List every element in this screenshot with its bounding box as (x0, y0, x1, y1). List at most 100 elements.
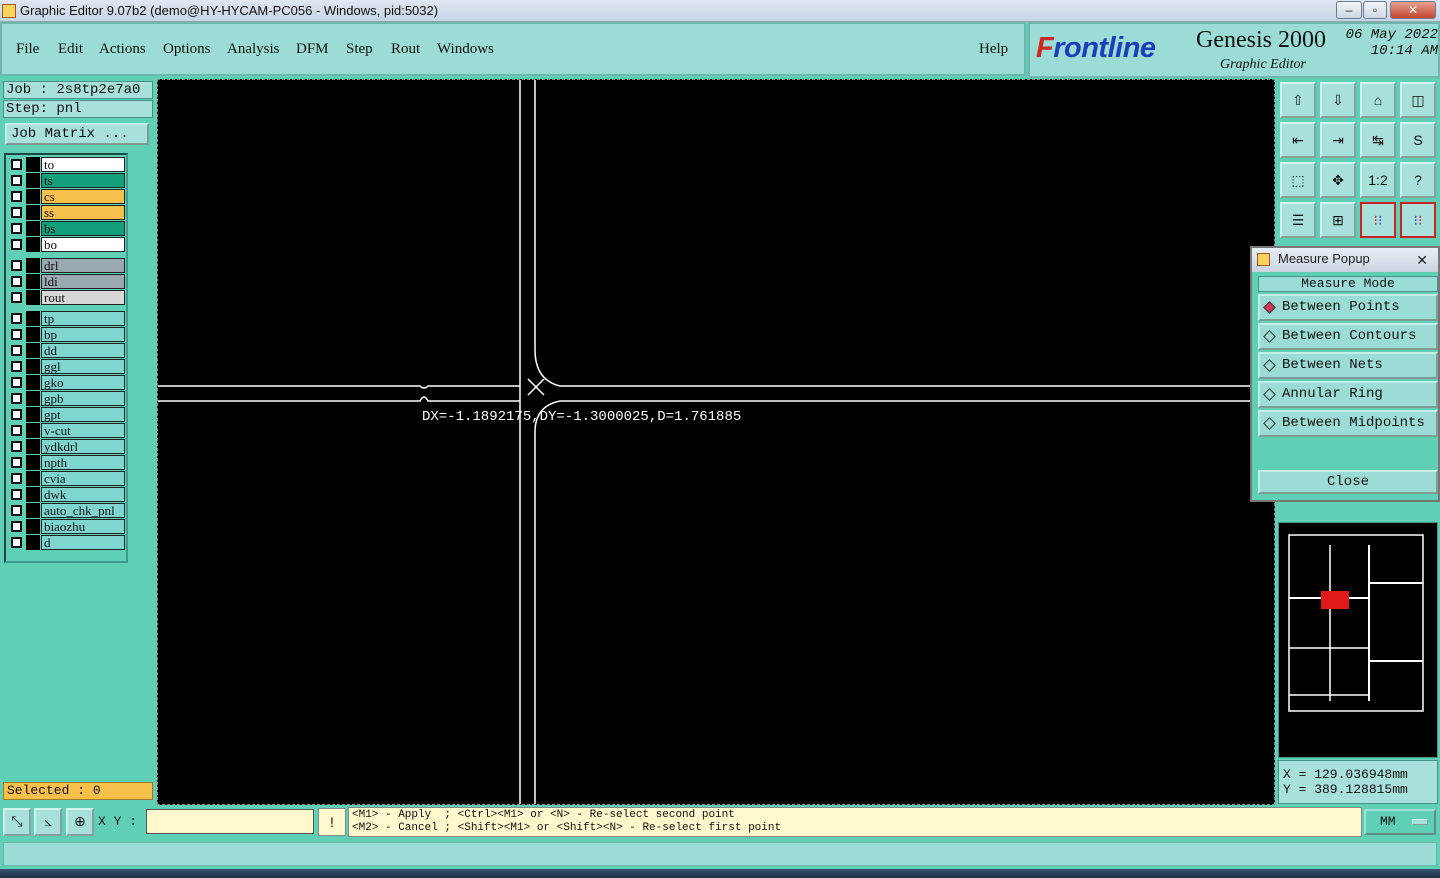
alert-icon[interactable]: ! (318, 808, 346, 836)
layer-checkbox[interactable] (11, 489, 22, 500)
layer-checkbox[interactable] (11, 207, 22, 218)
layers-red-2-icon[interactable]: ⁝⁝ (1400, 202, 1436, 238)
center-icon[interactable]: ✥ (1320, 162, 1356, 198)
layer-checkbox[interactable] (11, 457, 22, 468)
layer-row-to[interactable]: to (9, 157, 126, 172)
layer-checkbox[interactable] (11, 175, 22, 186)
snap-icon[interactable]: S (1400, 122, 1436, 158)
angle-mode-icon[interactable]: ⦣ (34, 808, 62, 836)
menu-step[interactable]: Step (346, 41, 373, 58)
layer-checkbox[interactable] (11, 505, 22, 516)
panel-icon[interactable]: ◫ (1400, 82, 1436, 118)
zoom-prev-icon[interactable]: ⇩ (1320, 82, 1356, 118)
layer-row-rout[interactable]: rout (9, 290, 126, 305)
layer-checkbox[interactable] (11, 276, 22, 287)
fit-icon[interactable]: ⬚ (1280, 162, 1316, 198)
layer-row-tp[interactable]: tp (9, 311, 126, 326)
layer-checkbox[interactable] (11, 345, 22, 356)
close-icon[interactable]: ✕ (1390, 1, 1436, 19)
layer-name[interactable]: biaozhu (41, 519, 125, 534)
layer-row-dwk[interactable]: dwk (9, 487, 126, 502)
xy-input[interactable] (146, 809, 314, 834)
scale-1-2-icon[interactable]: 1:2 (1360, 162, 1396, 198)
layer-name[interactable]: drl (41, 258, 125, 273)
layer-name[interactable]: ss (41, 205, 125, 220)
flip-icon[interactable]: ↹ (1360, 122, 1396, 158)
menu-rout[interactable]: Rout (391, 41, 420, 58)
measure-option-between-points[interactable]: Between Points (1258, 294, 1438, 321)
menu-file[interactable]: File (16, 41, 39, 58)
help-icon[interactable]: ? (1400, 162, 1436, 198)
layer-name[interactable]: bp (41, 327, 125, 342)
layer-name[interactable]: dwk (41, 487, 125, 502)
layer-name[interactable]: ldi (41, 274, 125, 289)
layer-checkbox[interactable] (11, 191, 22, 202)
layers-red-icon[interactable]: ⁝⁝ (1360, 202, 1396, 238)
layer-row-ggl[interactable]: ggl (9, 359, 126, 374)
settings-icon[interactable]: ☰ (1280, 202, 1316, 238)
measure-option-annular-ring[interactable]: Annular Ring (1258, 381, 1438, 408)
job-matrix-button[interactable]: Job Matrix ... (5, 123, 149, 145)
layer-checkbox[interactable] (11, 223, 22, 234)
layer-checkbox[interactable] (11, 361, 22, 372)
layer-row-drl[interactable]: drl (9, 258, 126, 273)
layer-row-ss[interactable]: ss (9, 205, 126, 220)
layer-checkbox[interactable] (11, 292, 22, 303)
layer-row-gpt[interactable]: gpt (9, 407, 126, 422)
menu-help[interactable]: Help (979, 41, 1008, 58)
layer-name[interactable]: auto_chk_pnl (41, 503, 125, 518)
layer-checkbox[interactable] (11, 377, 22, 388)
layer-row-cvia[interactable]: cvia (9, 471, 126, 486)
layer-name[interactable]: rout (41, 290, 125, 305)
units-select[interactable]: MM (1364, 809, 1436, 835)
layer-name[interactable]: ydkdrl (41, 439, 125, 454)
layer-row-gko[interactable]: gko (9, 375, 126, 390)
menu-dfm[interactable]: DFM (296, 41, 329, 58)
layer-checkbox[interactable] (11, 473, 22, 484)
menu-analysis[interactable]: Analysis (227, 41, 280, 58)
grid-icon[interactable]: ⊞ (1320, 202, 1356, 238)
layer-row-npth[interactable]: npth (9, 455, 126, 470)
menu-actions[interactable]: Actions (99, 41, 146, 58)
layer-checkbox[interactable] (11, 409, 22, 420)
layer-checkbox[interactable] (11, 441, 22, 452)
layer-row-ts[interactable]: ts (9, 173, 126, 188)
layer-row-bo[interactable]: bo (9, 237, 126, 252)
layer-row-ldi[interactable]: ldi (9, 274, 126, 289)
layer-name[interactable]: cs (41, 189, 125, 204)
layer-row-d[interactable]: d (9, 535, 126, 550)
measure-option-between-midpoints[interactable]: Between Midpoints (1258, 410, 1438, 437)
layer-row-bs[interactable]: bs (9, 221, 126, 236)
layer-row-auto_chk_pnl[interactable]: auto_chk_pnl (9, 503, 126, 518)
measure-option-between-nets[interactable]: Between Nets (1258, 352, 1438, 379)
layer-name[interactable]: bs (41, 221, 125, 236)
pan-right-icon[interactable]: ⇥ (1320, 122, 1356, 158)
layer-name[interactable]: gpt (41, 407, 125, 422)
menu-edit[interactable]: Edit (58, 41, 83, 58)
close-button[interactable]: Close (1258, 470, 1438, 494)
layer-checkbox[interactable] (11, 260, 22, 271)
layer-checkbox[interactable] (11, 521, 22, 532)
layer-name[interactable]: v-cut (41, 423, 125, 438)
layer-name[interactable]: to (41, 157, 125, 172)
layer-checkbox[interactable] (11, 239, 22, 250)
layer-row-biaozhu[interactable]: biaozhu (9, 519, 126, 534)
layer-name[interactable]: ts (41, 173, 125, 188)
minimize-icon[interactable]: – (1336, 1, 1362, 19)
layer-row-ydkdrl[interactable]: ydkdrl (9, 439, 126, 454)
layer-name[interactable]: cvia (41, 471, 125, 486)
layer-row-bp[interactable]: bp (9, 327, 126, 342)
layer-name[interactable]: d (41, 535, 125, 550)
layer-checkbox[interactable] (11, 159, 22, 170)
layer-name[interactable]: gpb (41, 391, 125, 406)
measure-option-between-contours[interactable]: Between Contours (1258, 323, 1438, 350)
layer-checkbox[interactable] (11, 393, 22, 404)
menu-windows[interactable]: Windows (437, 41, 494, 58)
layer-name[interactable]: gko (41, 375, 125, 390)
layer-checkbox[interactable] (11, 329, 22, 340)
snap-grid-icon[interactable]: ⊕ (66, 808, 94, 836)
popup-close-icon[interactable]: ✕ (1416, 249, 1428, 271)
layer-name[interactable]: ggl (41, 359, 125, 374)
layer-name[interactable]: tp (41, 311, 125, 326)
layer-name[interactable]: dd (41, 343, 125, 358)
